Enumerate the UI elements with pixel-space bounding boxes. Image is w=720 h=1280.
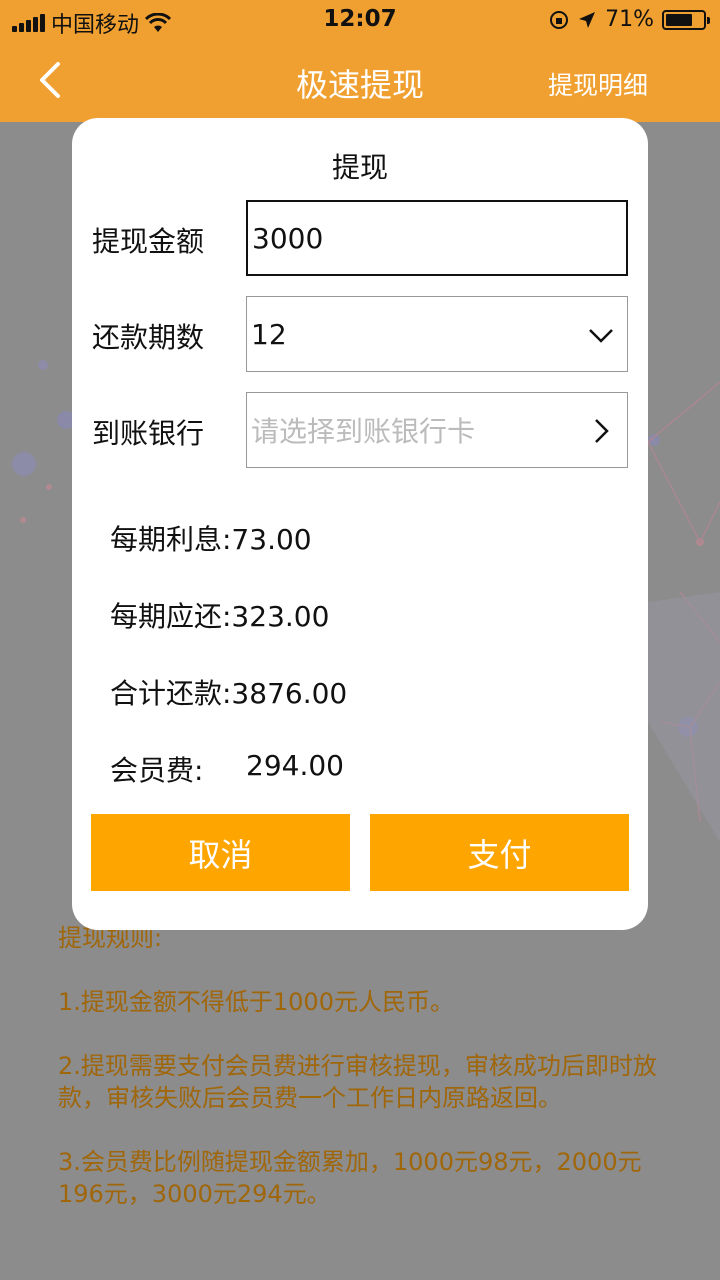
status-bar: 中国移动 12:07 71% bbox=[0, 0, 720, 40]
battery-icon bbox=[662, 9, 710, 30]
battery-fill bbox=[666, 13, 692, 26]
rule-item: 1.提现金额不得低于1000元人民币。 bbox=[58, 988, 454, 1016]
repay-per-period: 每期应还:323.00 bbox=[110, 600, 330, 633]
dialog-title: 提现 bbox=[331, 151, 388, 184]
nav-bar: 极速提现 提现明细 bbox=[0, 40, 720, 122]
membership-fee-value: 294.00 bbox=[246, 749, 344, 782]
withdraw-dialog: 提现 提现金额 3000 还款期数 12 到账银行 请选择到账银行卡 每期利息:… bbox=[72, 118, 648, 930]
interest-per-period: 每期利息:73.00 bbox=[110, 523, 312, 556]
bank-placeholder: 请选择到账银行卡 bbox=[251, 415, 476, 448]
rule-item: 3.会员费比例随提现金额累加，1000元98元，2000元196元，3000元2… bbox=[58, 1148, 642, 1208]
bank-label: 到账银行 bbox=[92, 417, 205, 450]
amount-label: 提现金额 bbox=[92, 225, 205, 258]
battery-percent: 71% bbox=[605, 7, 654, 32]
chevron-right-icon bbox=[595, 419, 609, 443]
pay-button[interactable]: 支付 bbox=[370, 814, 629, 891]
membership-fee-label: 会员费: bbox=[110, 754, 204, 787]
orientation-lock-icon bbox=[550, 10, 569, 29]
rule-item: 2.提现需要支付会员费进行审核提现，审核成功后即时放款，审核失败后会员费一个工作… bbox=[58, 1052, 657, 1112]
periods-label: 还款期数 bbox=[92, 321, 205, 354]
withdraw-details-link[interactable]: 提现明细 bbox=[548, 66, 648, 102]
cancel-button[interactable]: 取消 bbox=[91, 814, 350, 891]
amount-value: 3000 bbox=[252, 221, 324, 255]
chevron-down-icon bbox=[589, 329, 613, 343]
periods-select[interactable]: 12 bbox=[246, 296, 628, 372]
location-icon bbox=[579, 11, 596, 28]
withdraw-rules: 提现规则: 1.提现金额不得低于1000元人民币。 2.提现需要支付会员费进行审… bbox=[58, 922, 678, 1242]
bank-select[interactable]: 请选择到账银行卡 bbox=[246, 392, 628, 468]
total-repayment: 合计还款:3876.00 bbox=[110, 677, 348, 710]
amount-input[interactable]: 3000 bbox=[246, 200, 628, 276]
periods-value: 12 bbox=[251, 317, 287, 351]
status-right: 71% bbox=[549, 7, 710, 32]
